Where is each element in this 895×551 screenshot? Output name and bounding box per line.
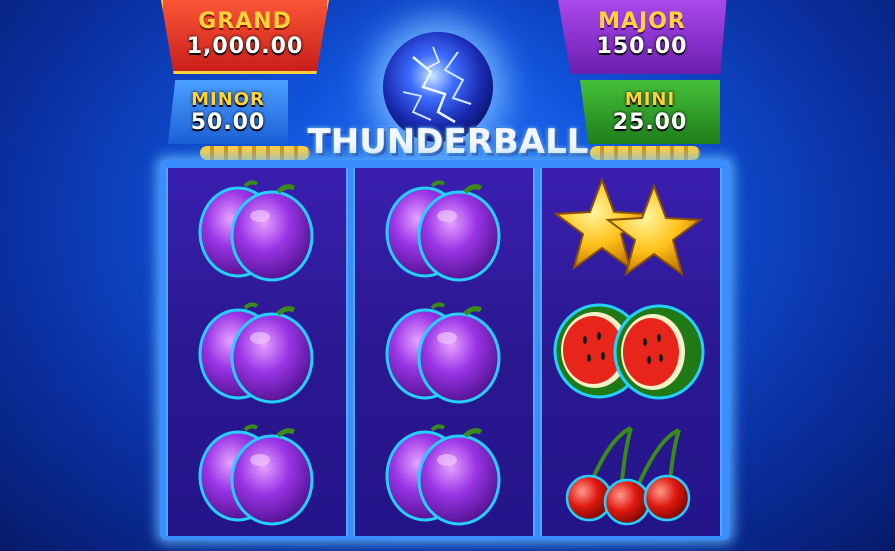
grand-jackpot-panel: GRAND 1,000.00 xyxy=(160,0,330,74)
major-jackpot-panel: MAJOR 150.00 xyxy=(557,0,727,74)
plum-symbol-icon xyxy=(166,168,344,290)
minor-jackpot-value: 50.00 xyxy=(190,110,266,135)
game-title: THUNDERBALL xyxy=(307,122,589,162)
coin-pile-right xyxy=(590,146,700,160)
plum-symbol-icon xyxy=(353,168,531,290)
minor-jackpot-label: MINOR xyxy=(191,89,265,110)
watermelon-symbol-icon xyxy=(540,290,718,412)
major-jackpot-label: MAJOR xyxy=(598,9,686,34)
plum-symbol-icon xyxy=(353,290,531,412)
plum-symbol-icon xyxy=(166,412,344,534)
star-symbol-icon xyxy=(540,168,718,290)
grand-jackpot-label: GRAND xyxy=(198,9,292,34)
minor-jackpot-panel: MINOR 50.00 xyxy=(168,80,288,144)
mini-jackpot-value: 25.00 xyxy=(612,110,688,135)
major-jackpot-value: 150.00 xyxy=(596,34,688,59)
cherry-symbol-icon xyxy=(540,412,718,534)
grand-jackpot-value: 1,000.00 xyxy=(186,34,304,59)
plum-symbol-icon xyxy=(353,412,531,534)
mini-jackpot-label: MINI xyxy=(624,89,676,110)
plum-symbol-icon xyxy=(166,290,344,412)
